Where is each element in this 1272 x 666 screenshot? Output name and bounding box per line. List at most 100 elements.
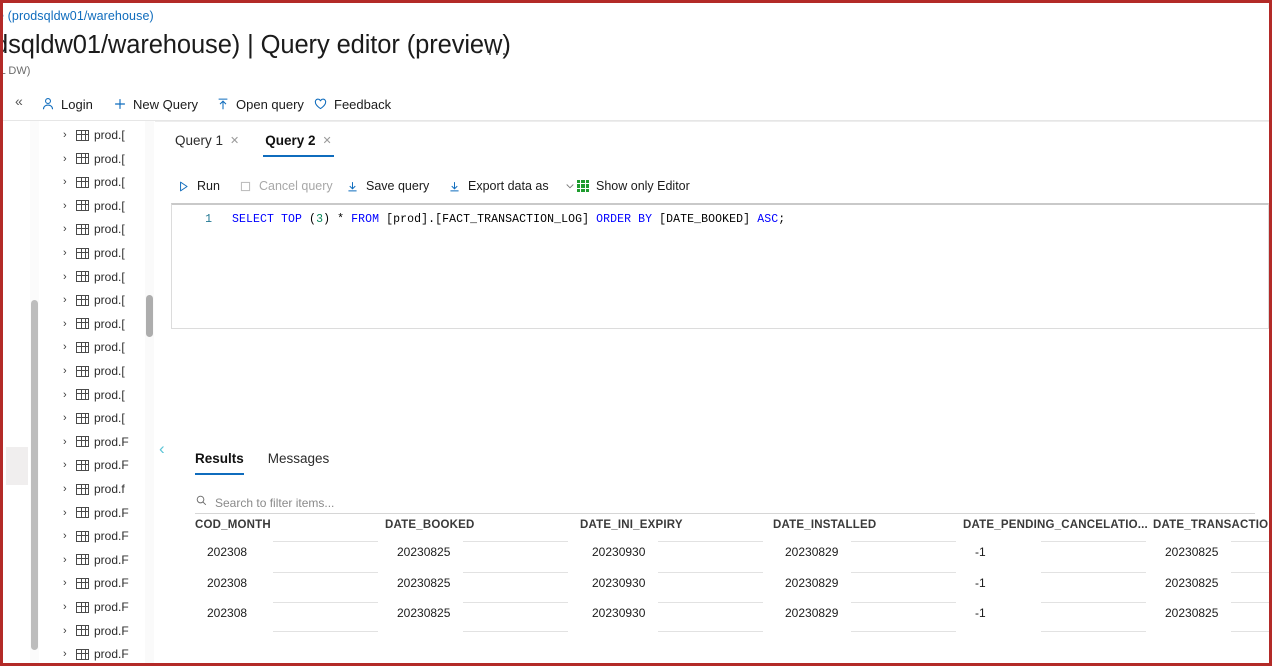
pane-collapse-icon[interactable]: ‹: [159, 439, 165, 459]
chevron-right-icon[interactable]: ›: [63, 648, 71, 660]
close-icon[interactable]: ✕: [230, 134, 239, 147]
tree-item[interactable]: ›prod.[: [63, 219, 125, 239]
chevron-right-icon[interactable]: ›: [63, 341, 71, 353]
more-options-button[interactable]: ···: [487, 43, 508, 64]
results-tab[interactable]: Results: [195, 451, 244, 475]
column-header[interactable]: COD_MONTH: [195, 519, 271, 531]
save-query-button[interactable]: Save query: [346, 173, 429, 199]
column-header[interactable]: DATE_INI_EXPIRY: [580, 519, 683, 531]
tree-item[interactable]: ›prod.f: [63, 479, 125, 499]
tree-scrollbar-thumb[interactable]: [146, 295, 153, 337]
chevron-right-icon[interactable]: ›: [63, 129, 71, 141]
login-button[interactable]: Login: [41, 89, 93, 119]
breadcrumb[interactable]: e (prodsqldw01/warehouse): [0, 9, 154, 23]
close-icon[interactable]: ✕: [323, 134, 332, 147]
sql-editor[interactable]: 1 SELECT TOP (3) * FROM [prod].[FACT_TRA…: [171, 203, 1269, 329]
query-tab[interactable]: Query 2✕: [263, 129, 334, 157]
tree-item[interactable]: ›prod.[: [63, 408, 125, 428]
tree-item[interactable]: ›prod.[: [63, 337, 125, 357]
query-tab[interactable]: Query 1✕: [173, 129, 241, 157]
outer-scrollbar-thumb[interactable]: [31, 300, 38, 650]
feedback-button[interactable]: Feedback: [313, 89, 391, 119]
sql-code-line[interactable]: SELECT TOP (3) * FROM [prod].[FACT_TRANS…: [232, 213, 785, 226]
tree-item[interactable]: ›prod.F: [63, 644, 129, 664]
table-row[interactable]: 202308202308252023093020230829-120230825: [195, 602, 1257, 632]
tree-item[interactable]: ›prod.F: [63, 597, 129, 617]
tree-item[interactable]: › prod.[: [63, 314, 125, 334]
chevron-right-icon[interactable]: ›: [63, 507, 71, 519]
tree-item[interactable]: ›prod.[: [63, 243, 125, 263]
chevron-right-icon[interactable]: ›: [63, 601, 71, 613]
cell-divider: [658, 572, 763, 573]
tree-item[interactable]: ›prod.F: [63, 621, 129, 641]
cell-divider: [851, 572, 956, 573]
tree-item[interactable]: ›prod.[: [63, 361, 125, 381]
table-cell: 20230829: [785, 576, 838, 590]
tree-item[interactable]: ›prod.[: [63, 125, 125, 145]
chevron-right-icon[interactable]: ›: [63, 176, 71, 188]
chevron-right-icon[interactable]: ›: [63, 412, 71, 424]
column-header[interactable]: DATE_BOOKED: [385, 519, 475, 531]
table-icon: [76, 554, 89, 565]
column-header[interactable]: DATE_INSTALLED: [773, 519, 876, 531]
collapse-all-icon[interactable]: «: [15, 93, 23, 109]
chevron-right-icon[interactable]: ›: [63, 483, 71, 495]
cell-divider: [1231, 602, 1272, 603]
tree-item[interactable]: ›prod.[: [63, 196, 125, 216]
column-header[interactable]: DATE_PENDING_CANCELATIO...: [963, 519, 1148, 531]
tree-item[interactable]: ›prod.F: [63, 455, 129, 475]
chevron-right-icon[interactable]: ›: [63, 247, 71, 259]
table-icon: [76, 248, 89, 259]
tree-item-label: prod.F: [94, 506, 129, 520]
cell-divider: [1231, 631, 1272, 632]
chevron-right-icon[interactable]: ›: [63, 625, 71, 637]
run-button[interactable]: Run: [177, 173, 220, 199]
chevron-right-icon[interactable]: ›: [63, 223, 71, 235]
tree-item[interactable]: ›prod.[: [63, 172, 125, 192]
table-icon: [76, 602, 89, 613]
tree-item[interactable]: ›prod.[: [63, 149, 125, 169]
chevron-right-icon[interactable]: ›: [63, 389, 71, 401]
chevron-right-icon[interactable]: ›: [63, 436, 71, 448]
chevron-right-icon[interactable]: ›: [63, 577, 71, 589]
results-filter[interactable]: Search to filter items...: [195, 493, 1255, 514]
cell-divider: [1041, 572, 1146, 573]
tree-item[interactable]: ›prod.F: [63, 432, 129, 452]
new-query-button[interactable]: New Query: [113, 89, 198, 119]
table-icon: [76, 130, 89, 141]
chevron-right-icon[interactable]: ›: [63, 200, 71, 212]
results-tab-strip: Results Messages: [195, 451, 329, 475]
tree-item[interactable]: › prod.F: [63, 503, 129, 523]
table-row[interactable]: 202308202308252023093020230829-120230825: [195, 541, 1257, 571]
tree-item[interactable]: ›prod.[: [63, 290, 125, 310]
chevron-right-icon[interactable]: ›: [63, 271, 71, 283]
grid-icon: [577, 180, 589, 192]
chevron-right-icon[interactable]: ›: [63, 153, 71, 165]
column-header[interactable]: DATE_TRANSACTION: [1153, 519, 1272, 531]
results-tab[interactable]: Messages: [268, 451, 330, 475]
tree-item[interactable]: ›prod.F: [63, 550, 129, 570]
chevron-down-icon[interactable]: [564, 180, 576, 192]
tree-item[interactable]: ›prod.[: [63, 267, 125, 287]
tree-item[interactable]: ›prod.[: [63, 385, 125, 405]
cell-divider: [658, 541, 763, 542]
open-query-button[interactable]: Open query: [216, 89, 304, 119]
cancel-query-button: Cancel query: [239, 173, 333, 199]
export-data-button[interactable]: Export data as: [448, 173, 576, 199]
cell-divider: [1041, 631, 1146, 632]
chevron-right-icon[interactable]: ›: [63, 365, 71, 377]
chevron-right-icon[interactable]: ›: [63, 554, 71, 566]
tree-item[interactable]: ›prod.F: [63, 573, 129, 593]
tree-scrollbar-track[interactable]: [145, 121, 154, 666]
chevron-right-icon[interactable]: ›: [63, 530, 71, 542]
table-cell: 202308: [207, 576, 247, 590]
chevron-right-icon[interactable]: ›: [63, 294, 71, 306]
object-explorer-tree: ›prod.[›prod.[›prod.[›prod.[›prod.[›prod…: [3, 121, 155, 666]
table-row[interactable]: 202308202308252023093020230829-120230825: [195, 572, 1257, 602]
tree-item-label: prod.[: [94, 317, 125, 331]
tree-item[interactable]: ›prod.F: [63, 526, 129, 546]
query-editor-page: e (prodsqldw01/warehouse) dsqldw01/wareh…: [0, 0, 1272, 666]
chevron-right-icon[interactable]: ›: [63, 318, 71, 330]
chevron-right-icon[interactable]: ›: [63, 459, 71, 471]
show-only-editor-button[interactable]: Show only Editor: [577, 173, 690, 199]
